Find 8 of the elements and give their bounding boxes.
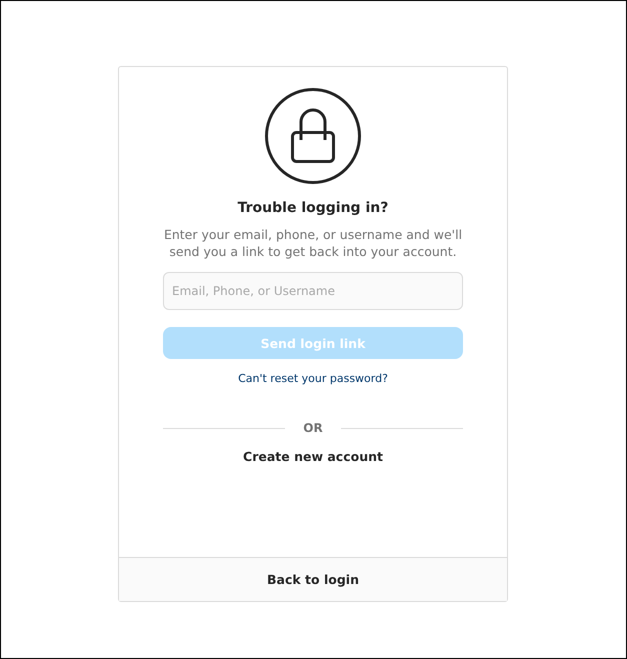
create-account-link[interactable]: Create new account bbox=[243, 449, 383, 464]
description: Enter your email, phone, or username and we'll send you a link to get back into your account. bbox=[162, 226, 464, 260]
divider-label: OR bbox=[303, 421, 323, 435]
lock-icon bbox=[265, 88, 361, 184]
input-field[interactable]: Email, Phone, or Username bbox=[163, 272, 463, 310]
back-to-login-button[interactable]: Back to login bbox=[119, 557, 507, 601]
reset-password-link[interactable]: Can't reset your password? bbox=[238, 372, 388, 385]
heading: Trouble logging in? bbox=[238, 200, 388, 216]
